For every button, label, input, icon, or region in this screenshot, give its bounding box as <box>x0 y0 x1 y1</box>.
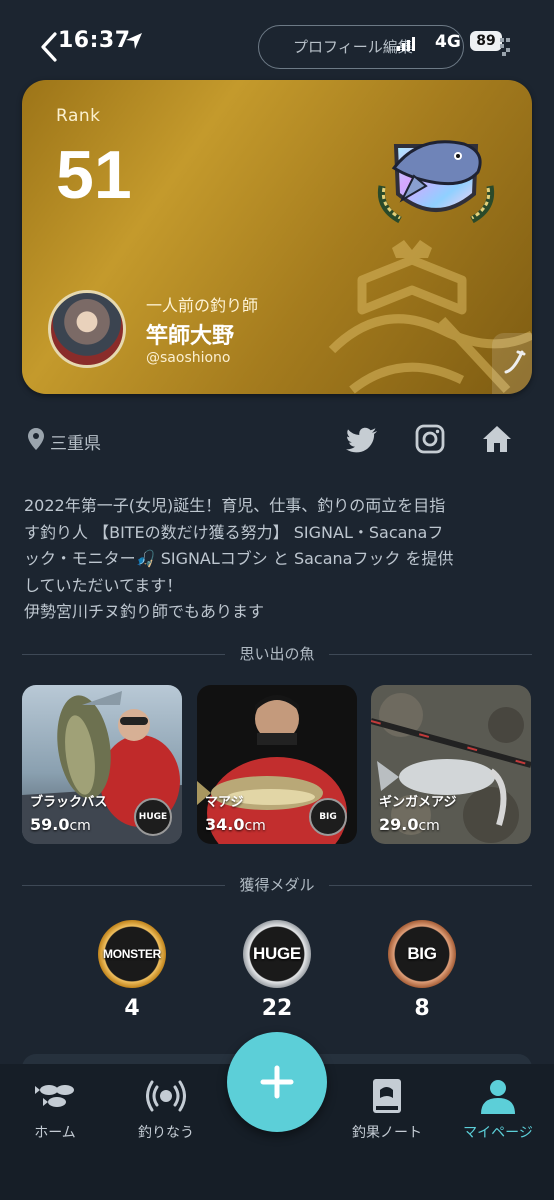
instagram-icon[interactable] <box>415 424 445 454</box>
bio-line: 2022年第一子(女児)誕生！育児、仕事、釣りの両立を目指 <box>24 496 446 515</box>
fish-size: 59.0cm <box>30 815 91 834</box>
medal-label: BIG <box>407 944 437 963</box>
bio-line: す釣り人 【BITEの数だけ獲る努力】 SIGNAL・Sacanaフ <box>24 522 444 542</box>
signal-bars-icon <box>397 37 415 51</box>
big-medal[interactable]: BIG <box>388 920 456 988</box>
status-bar: 16:37 プロフィール編集 4G 89 <box>0 0 554 80</box>
rank-label: Rank <box>56 106 101 126</box>
fish-size-value: 34.0 <box>205 815 245 834</box>
fish-name: ブラックバス <box>30 795 108 810</box>
nav-label: ホーム <box>34 1125 76 1141</box>
notebook-icon <box>373 1079 401 1113</box>
status-time: 16:37 <box>58 28 131 53</box>
fish-size-value: 29.0 <box>379 815 419 834</box>
avatar[interactable] <box>48 290 126 368</box>
broadcast-icon <box>146 1080 186 1112</box>
person-icon <box>481 1080 515 1114</box>
big-medal-count: 8 <box>414 996 430 1021</box>
rank-value: 51 <box>56 137 132 213</box>
network-label: 4G <box>435 32 461 52</box>
fish-name: ギンガメアジ <box>379 795 457 810</box>
bio-line: していただいてます！ <box>24 575 183 595</box>
section-title: 思い出の魚 <box>225 645 329 663</box>
nav-label: 釣果ノート <box>352 1125 422 1141</box>
home-link-icon[interactable] <box>482 424 512 454</box>
fish-home-icon <box>35 1085 74 1107</box>
fish-card-black-bass[interactable]: ブラックバス 59.0cm HUGE <box>22 685 182 844</box>
user-name: 竿師大野 <box>146 324 235 349</box>
fish-size-value: 59.0 <box>30 815 70 834</box>
location-arrow-icon <box>126 33 142 49</box>
section-title: 獲得メダル <box>225 876 329 894</box>
profile-bio: 2022年第一子(女児)誕生！育児、仕事、釣りの両立を目指 す釣り人 【BITE… <box>24 493 532 626</box>
fish-card-giant-trevally[interactable]: ギンガメアジ 29.0cm <box>371 685 531 844</box>
bio-line: 伊勢宮川チヌ釣り師でもあります <box>24 602 265 621</box>
monster-medal-count: 4 <box>124 996 140 1021</box>
medals-header: 獲得メダル <box>22 874 532 898</box>
add-catch-button[interactable] <box>227 1032 327 1132</box>
nav-item-home[interactable]: ホーム <box>5 1070 105 1150</box>
bio-line: ック・モニター🎣 SIGNALコブシ と Sacanaフック を提供 <box>24 549 454 568</box>
nav-item-catch-notes[interactable]: 釣果ノート <box>337 1070 437 1150</box>
memorable-fish-header: 思い出の魚 <box>22 643 532 667</box>
user-handle: @saoshiono <box>146 350 231 366</box>
huge-medal[interactable]: HUGE <box>243 920 311 988</box>
location-text: 三重県 <box>50 434 101 454</box>
fish-size: 29.0cm <box>379 815 440 834</box>
fish-size-unit: cm <box>244 818 266 834</box>
plus-icon <box>260 1065 294 1099</box>
huge-badge: HUGE <box>134 798 172 836</box>
location-pin-icon <box>28 428 44 450</box>
twitter-icon[interactable] <box>346 427 378 455</box>
fish-card-horse-mackerel[interactable]: マアジ 34.0cm BIG <box>197 685 357 844</box>
user-title: 一人前の釣り師 <box>146 296 259 315</box>
fish-size-unit: cm <box>418 818 440 834</box>
fish-size-unit: cm <box>69 818 91 834</box>
fish-size: 34.0cm <box>205 815 266 834</box>
nav-item-my-page[interactable]: マイページ <box>448 1070 548 1150</box>
monster-medal[interactable]: MONSTER <box>98 920 166 988</box>
medal-label: HUGE <box>253 944 301 963</box>
nav-label: 釣りなう <box>138 1125 194 1141</box>
huge-medal-count: 22 <box>261 996 293 1021</box>
nav-item-fishing-now[interactable]: 釣りなう <box>116 1070 216 1150</box>
medal-label: MONSTER <box>103 947 161 961</box>
bass-emblem-icon <box>377 140 495 224</box>
qr-code-icon[interactable] <box>498 34 512 58</box>
phone-icon[interactable] <box>500 348 528 376</box>
profile-edit-button[interactable]: プロフィール編集 <box>258 25 464 69</box>
big-badge: BIG <box>309 798 347 836</box>
rank-card[interactable]: Rank 51 一人前の釣り師 竿師大野 @saoshiono <box>22 80 532 394</box>
fish-name: マアジ <box>205 795 244 810</box>
back-chevron-icon[interactable] <box>38 30 60 64</box>
nav-label: マイページ <box>463 1125 533 1141</box>
